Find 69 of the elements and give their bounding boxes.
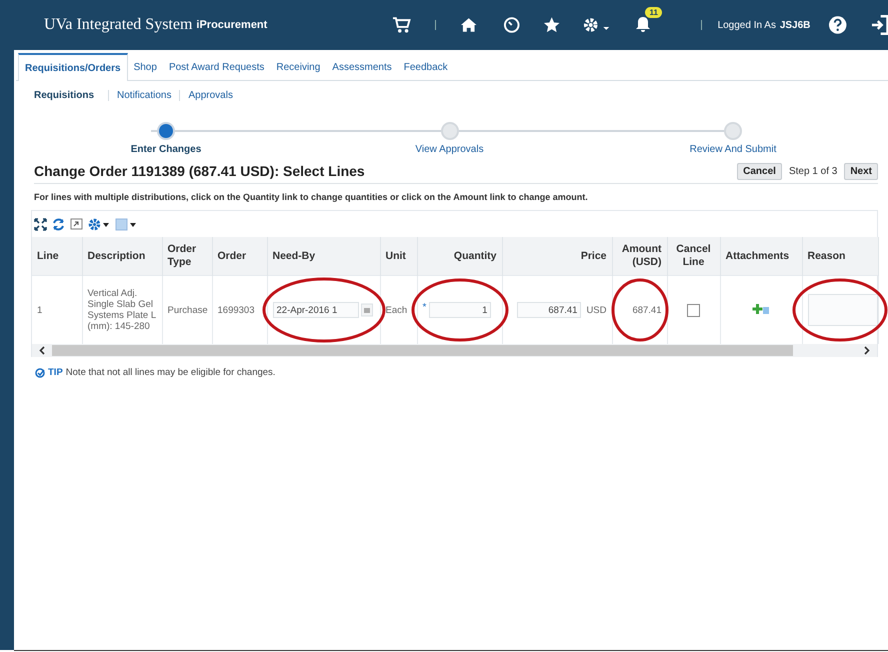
currency-label: USD	[586, 304, 606, 316]
table-cell: Each	[386, 304, 408, 316]
home-icon[interactable]	[460, 16, 478, 34]
nav-tab[interactable]: Post Award Requests	[162, 52, 270, 80]
reason-field[interactable]	[808, 294, 878, 326]
nav-tab[interactable]: Shop	[128, 52, 163, 80]
page-title: Change Order 1191389 (687.41 USD): Select Lines	[34, 163, 366, 179]
table-cell: 1	[37, 304, 42, 316]
settings-menu-icon[interactable]	[88, 218, 110, 230]
user-name: JSJ6B	[780, 20, 810, 30]
instruction-text: For lines with multiple distributions, click on the Quantity link to change quantities or click on the Amount link to change amount.	[34, 183, 878, 210]
column-header: Order Type	[162, 237, 212, 276]
scroll-left-icon[interactable]	[39, 346, 45, 354]
nav-tab[interactable]: Assessments	[326, 52, 398, 80]
train-stop[interactable]	[157, 122, 175, 140]
app-subtitle: iProcurement	[196, 19, 268, 31]
settings-icon[interactable]	[582, 16, 612, 34]
column-header: Attachments	[720, 237, 802, 276]
subtab-link[interactable]: Notifications	[108, 90, 180, 100]
clock-icon[interactable]	[502, 16, 520, 34]
annotation-ellipse	[610, 278, 668, 342]
scroll-right-icon[interactable]	[864, 346, 870, 354]
notification-badge: 11	[645, 7, 662, 18]
columns-menu-icon[interactable]	[115, 218, 137, 230]
tip-label: TIP	[48, 367, 63, 378]
tip-icon	[35, 368, 45, 378]
column-header: Reason	[802, 237, 878, 276]
train-step-label[interactable]: Review And Submit	[690, 144, 776, 155]
help-icon[interactable]	[828, 15, 848, 35]
next-button[interactable]: Next	[844, 162, 878, 180]
column-header: Unit	[380, 237, 417, 276]
column-header: Cancel Line	[667, 237, 720, 276]
column-header: Need-By	[267, 237, 380, 276]
window-icon[interactable]	[70, 218, 83, 230]
scrollbar-thumb[interactable]	[52, 345, 793, 356]
table-cell: 687.41	[632, 304, 662, 316]
add-attachment-icon[interactable]	[752, 302, 770, 314]
table-cell: Vertical Adj. Single Slab Gel Systems Plate L (mm): 145-280	[88, 288, 156, 332]
train-step-label[interactable]: View Approvals	[415, 144, 484, 155]
app-title: UVa Integrated System	[44, 16, 192, 34]
table-cell: 1699303	[218, 304, 254, 316]
column-header: Amount (USD)	[612, 237, 667, 276]
tip-text: Note that not all lines may be eligible for changes.	[66, 367, 276, 378]
column-header: Price	[502, 237, 612, 276]
table-cell: Purchase	[168, 304, 208, 316]
cart-icon[interactable]	[392, 16, 411, 34]
refresh-icon[interactable]	[52, 218, 65, 230]
nav-tab[interactable]: Feedback	[398, 52, 454, 80]
train-step-label[interactable]: Enter Changes	[130, 144, 202, 155]
bell-icon[interactable]	[635, 16, 652, 34]
subtab-link[interactable]: Requisitions	[26, 90, 108, 100]
user-label: Logged In As	[718, 20, 776, 30]
subtab-link[interactable]: Approvals	[179, 90, 241, 100]
price-field[interactable]: 687.41	[517, 302, 582, 318]
nav-tab[interactable]: Receiving	[270, 52, 326, 80]
column-header: Order	[212, 237, 267, 276]
quantity-field[interactable]: 1	[429, 302, 492, 318]
date-field[interactable]: 22-Apr-2016 1	[272, 302, 358, 318]
column-header: Description	[82, 237, 162, 276]
detach-icon[interactable]	[34, 218, 47, 230]
step-indicator: Step 1 of 3	[788, 166, 838, 176]
column-header: Line	[32, 237, 82, 276]
cancel-checkbox[interactable]	[687, 304, 700, 316]
cancel-button[interactable]: Cancel	[737, 162, 782, 180]
star-icon[interactable]	[543, 16, 561, 34]
logout-icon[interactable]	[870, 15, 888, 35]
required-mark: *	[422, 302, 426, 313]
column-header: Quantity	[417, 237, 502, 276]
nav-tab[interactable]: Requisitions/Orders	[18, 53, 128, 81]
